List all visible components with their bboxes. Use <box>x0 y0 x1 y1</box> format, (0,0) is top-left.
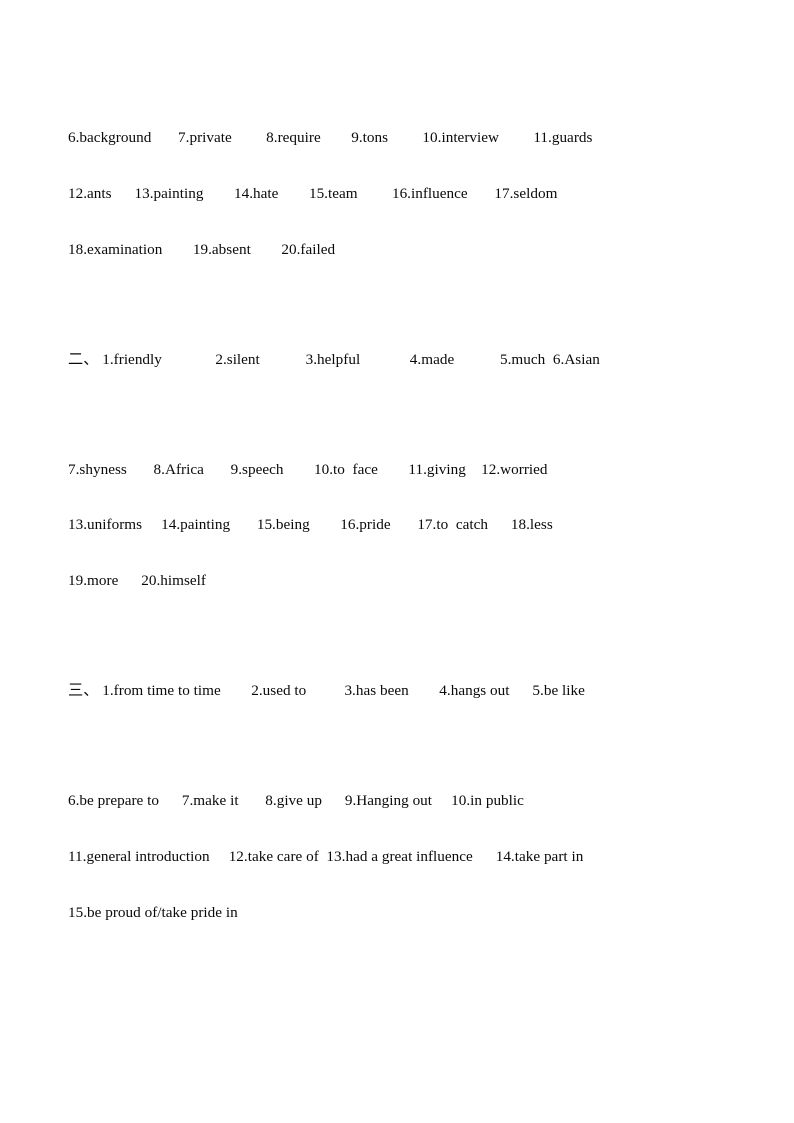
answer-line: 三、 1.from time to time 2.used to 3.has b… <box>68 682 585 700</box>
answer-line: 二、 1.friendly 2.silent 3.helpful 4.made … <box>68 350 600 368</box>
answer-line: 12.ants 13.painting 14.hate 15.team 16.i… <box>68 184 558 202</box>
answer-block: 7.shyness 8.Africa 9.speech 10.to face 1… <box>68 424 728 629</box>
answer-block: 6.be prepare to 7.make it 8.give up 9.Ha… <box>68 755 728 960</box>
answer-line: 7.shyness 8.Africa 9.speech 10.to face 1… <box>68 460 548 478</box>
answer-line: 6.be prepare to 7.make it 8.give up 9.Ha… <box>68 792 524 810</box>
answer-block-section-three-lead: 三、 1.from time to time 2.used to 3.has b… <box>68 645 728 738</box>
answer-line: 13.uniforms 14.painting 15.being 16.prid… <box>68 516 553 534</box>
answer-line: 15.be proud of/take pride in <box>68 903 238 921</box>
answer-line: 6.background 7.private 8.require 9.tons … <box>68 129 593 147</box>
document-page: 6.background 7.private 8.require 9.tons … <box>0 0 794 1123</box>
answer-line: 18.examination 19.absent 20.failed <box>68 240 336 258</box>
answer-block-section-two-lead: 二、 1.friendly 2.silent 3.helpful 4.made … <box>68 314 728 407</box>
answer-block: 6.background 7.private 8.require 9.tons … <box>68 92 728 297</box>
answer-line: 19.more 20.himself <box>68 572 206 590</box>
answer-line: 11.general introduction 12.take care of … <box>68 847 584 865</box>
answer-key-content: 6.background 7.private 8.require 9.tons … <box>68 92 728 960</box>
